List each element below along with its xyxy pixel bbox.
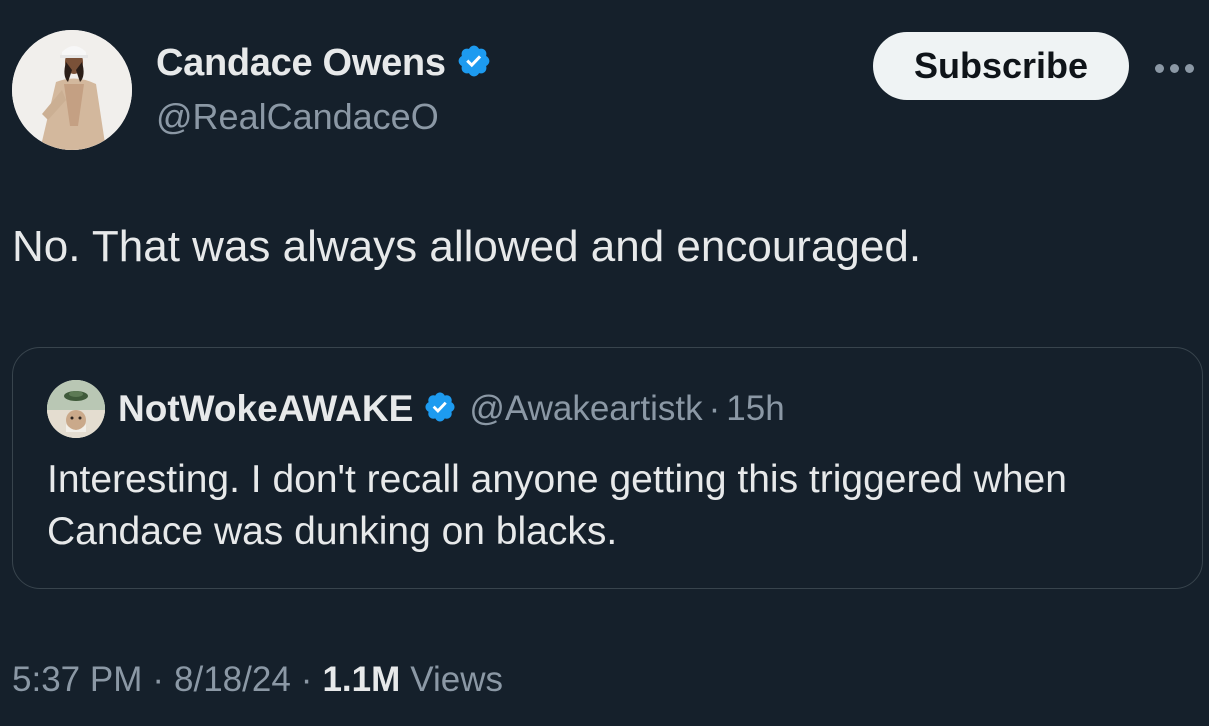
quote-author-name[interactable]: NotWokeAWAKE bbox=[118, 388, 413, 430]
more-dot bbox=[1170, 63, 1179, 73]
author-name-row[interactable]: Candace Owens bbox=[156, 42, 492, 85]
author-name[interactable]: Candace Owens bbox=[156, 42, 446, 85]
more-dot bbox=[1155, 63, 1164, 73]
tweet-date[interactable]: 8/18/24 bbox=[174, 660, 291, 700]
quote-author-avatar-image bbox=[47, 380, 105, 438]
quote-header: NotWokeAWAKE @Awakeartistk · 15h bbox=[118, 388, 785, 430]
tweet-text: No. That was always allowed and encourag… bbox=[12, 222, 922, 271]
author-avatar-image bbox=[12, 30, 132, 150]
tweet-meta: 5:37 PM · 8/18/24 · 1.1M Views bbox=[12, 660, 503, 700]
author-avatar[interactable] bbox=[12, 30, 132, 150]
meta-separator: · bbox=[152, 660, 165, 699]
verified-badge-icon bbox=[456, 43, 492, 84]
quote-timestamp[interactable]: 15h bbox=[726, 389, 784, 429]
meta-separator: · bbox=[300, 660, 313, 699]
views-label: Views bbox=[410, 660, 503, 699]
more-dot bbox=[1185, 63, 1194, 73]
subscribe-button[interactable]: Subscribe bbox=[873, 32, 1129, 100]
quote-separator: · bbox=[708, 389, 721, 428]
verified-badge-icon bbox=[423, 390, 457, 429]
quote-text: Interesting. I don't recall anyone getti… bbox=[47, 458, 1067, 553]
quote-author-avatar[interactable] bbox=[47, 380, 105, 438]
more-horizontal-icon[interactable] bbox=[1155, 56, 1203, 80]
author-handle[interactable]: @RealCandaceO bbox=[156, 96, 439, 138]
tweet-time[interactable]: 5:37 PM bbox=[12, 660, 142, 700]
quote-author-handle[interactable]: @Awakeartistk bbox=[469, 389, 702, 429]
quoted-tweet-card[interactable]: NotWokeAWAKE @Awakeartistk · 15h Interes… bbox=[12, 347, 1203, 589]
views-count[interactable]: 1.1M bbox=[322, 660, 400, 700]
